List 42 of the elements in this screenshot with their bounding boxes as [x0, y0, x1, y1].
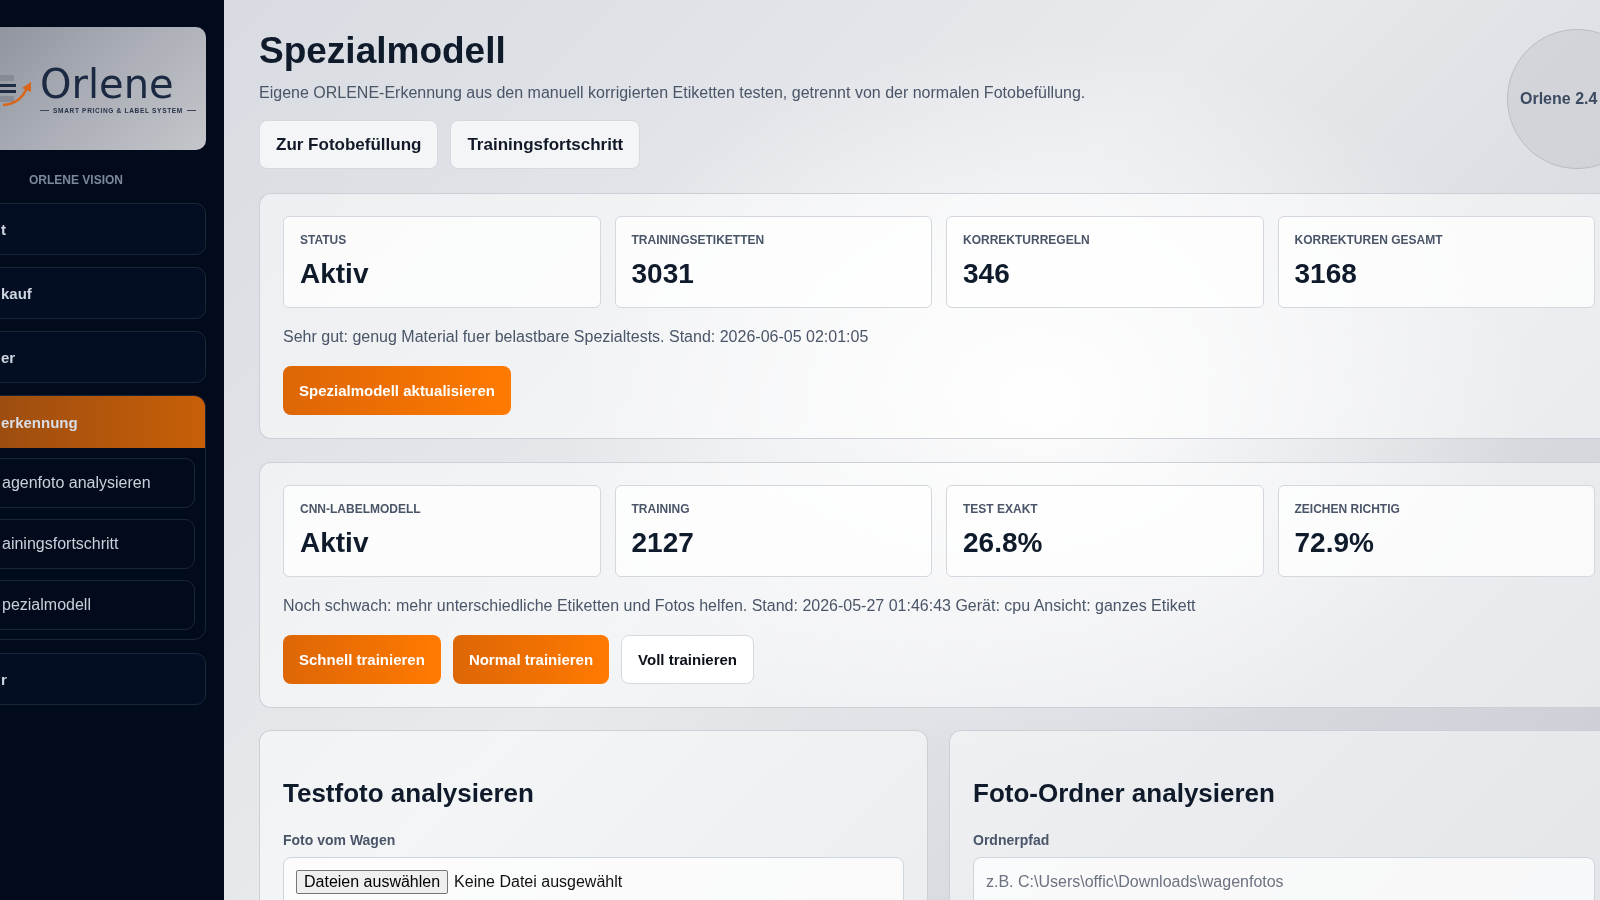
- logo-wordmark: Orlene: [40, 62, 175, 105]
- nav-subitem[interactable]: agenfoto analysieren: [0, 458, 195, 508]
- stat-label: STATUS: [300, 232, 348, 248]
- stat-value: 3168: [1294, 257, 1358, 291]
- page-title: Spezialmodell: [259, 29, 507, 73]
- stat-value: Aktiv: [300, 257, 370, 291]
- folder-path-field[interactable]: z.B. C:\Users\offic\Downloads\wagenfotos: [973, 857, 1595, 900]
- stat-value: 26.8%: [963, 526, 1044, 560]
- stat-value: Aktiv: [300, 526, 370, 560]
- nav-subitem[interactable]: pezialmodell: [0, 580, 195, 630]
- stat-value: 2127: [631, 526, 695, 560]
- stat-label: TRAININGSETIKETTEN: [631, 232, 766, 248]
- stat-label: ZEICHEN RICHTIG: [1294, 501, 1401, 517]
- field-label: Ordnerpfad: [973, 831, 1051, 849]
- version-badge: Orlene 2.4: [1507, 29, 1600, 169]
- section-title: Testfoto analysieren: [283, 777, 535, 809]
- nav-item[interactable]: er: [0, 331, 206, 383]
- nav-button[interactable]: Trainingsfortschritt: [450, 120, 641, 169]
- nav-subitem[interactable]: ainingsfortschritt: [0, 519, 195, 569]
- stat-value: 72.9%: [1294, 526, 1375, 560]
- status-text: Noch schwach: mehr unterschiedliche Etiketten und Fotos helfen. Stand: 2026-05-27 01:46:43 Gerät: cpu Ansicht: ganzes Etikett: [283, 596, 1197, 616]
- nav-item[interactable]: kauf: [0, 267, 206, 319]
- nav-item[interactable]: erkennung: [0, 396, 205, 448]
- stat-label: KORREKTURREGELN: [963, 232, 1091, 248]
- sidebar-section-label: ORLENE VISION: [28, 172, 124, 188]
- stat-label: CNN-LABELMODELL: [300, 501, 422, 517]
- nav-item[interactable]: t: [0, 203, 206, 255]
- stat-value: 346: [963, 257, 1011, 291]
- nav-item[interactable]: r: [0, 653, 206, 705]
- stat-label: TRAINING: [631, 501, 691, 517]
- page-subtitle: Eigene ORLENE-Erkennung aus den manuell korrigierten Etiketten testen, getrennt von der normalen Fotobefüllung.: [259, 83, 1086, 103]
- choose-files-button[interactable]: Dateien auswählen: [296, 870, 449, 894]
- file-input-field[interactable]: Dateien auswählen Keine Datei ausgewählt: [283, 857, 904, 900]
- section-title: Foto-Ordner analysieren: [973, 777, 1276, 809]
- action-button[interactable]: Voll trainieren: [621, 635, 754, 684]
- stat-label: TEST EXAKT: [963, 501, 1039, 517]
- field-label: Foto vom Wagen: [283, 831, 397, 849]
- file-status-text: Keine Datei ausgewählt: [454, 872, 623, 892]
- nav-button[interactable]: Zur Fotobefüllung: [259, 120, 439, 169]
- status-text: Sehr gut: genug Material fuer belastbare Spezialtests. Stand: 2026-06-05 02:01:05: [283, 327, 870, 347]
- stat-label: KORREKTUREN GESAMT: [1294, 232, 1444, 248]
- stat-value: 3031: [631, 257, 695, 291]
